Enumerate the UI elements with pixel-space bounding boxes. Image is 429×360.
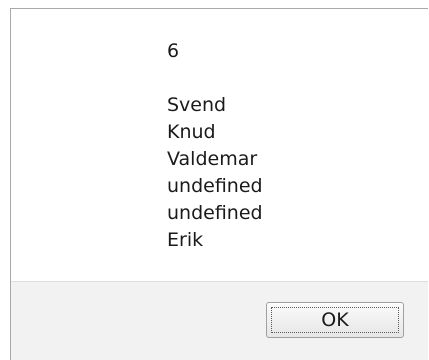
message-line: Svend — [167, 94, 227, 116]
message-line: Valdemar — [167, 148, 258, 170]
message-line: Erik — [167, 229, 204, 251]
message-line — [167, 65, 263, 92]
message-line: Knud — [167, 121, 216, 143]
button-bar: OK — [11, 282, 428, 360]
message-line: undefined — [167, 202, 263, 224]
message-area: 6 Svend Knud Valdemar undefined undefined Eri… — [11, 9, 428, 281]
alert-message: 6 Svend Knud Valdemar undefined undefined Eri… — [167, 38, 263, 254]
message-line: undefined — [167, 175, 263, 197]
ok-button-label: OK — [321, 309, 349, 331]
ok-button[interactable]: OK — [266, 302, 404, 338]
message-line: 6 — [167, 40, 180, 62]
alert-dialog: 6 Svend Knud Valdemar undefined undefined Eri… — [10, 8, 428, 360]
